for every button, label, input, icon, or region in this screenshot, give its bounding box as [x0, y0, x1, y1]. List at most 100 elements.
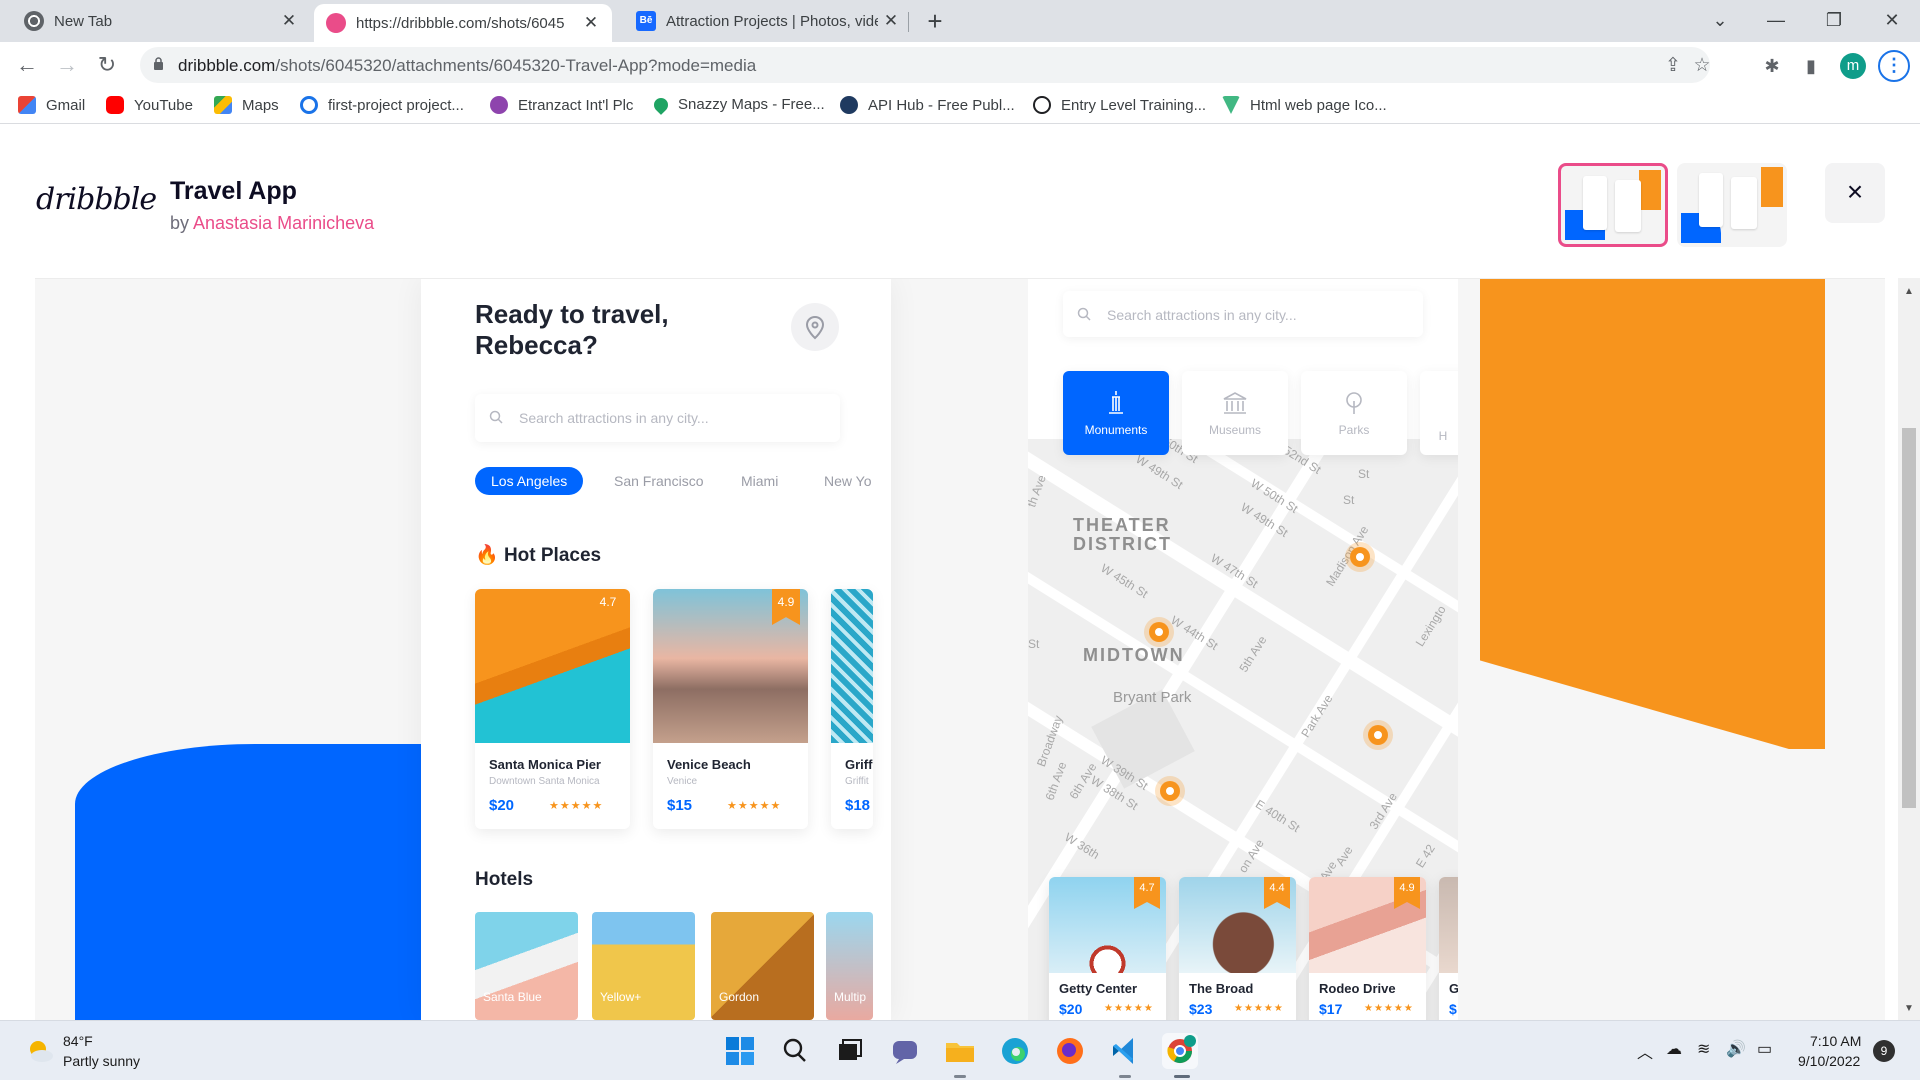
bookmark-youtube[interactable]: YouTube — [106, 96, 193, 114]
bookmark-star-icon[interactable]: ☆ — [1691, 55, 1713, 77]
reload-button[interactable]: ↻ — [92, 50, 122, 80]
profile-avatar[interactable]: m — [1840, 53, 1866, 79]
map-label-street: W 49th St — [1133, 452, 1186, 492]
bookmark-first-project[interactable]: first-project project... — [300, 96, 464, 114]
author-link[interactable]: Anastasia Marinicheva — [193, 213, 374, 233]
map-pin-icon — [651, 94, 671, 115]
onedrive-cloud-icon[interactable]: ☁ — [1666, 1039, 1682, 1059]
attachment-thumbnail-2[interactable] — [1677, 163, 1787, 247]
sync-icon — [300, 96, 318, 114]
weather-condition[interactable]: Partly sunny — [63, 1053, 140, 1069]
page-scrollbar[interactable]: ▲ ▼ — [1898, 278, 1920, 1020]
dribbble-logo[interactable]: dribbble — [36, 182, 157, 217]
edge-icon[interactable] — [997, 1033, 1033, 1069]
show-hidden-icons-icon[interactable]: ︿ — [1637, 1039, 1653, 1063]
tab-title: Attraction Projects | Photos, vide — [666, 12, 878, 30]
youtube-icon — [106, 96, 124, 114]
bookmark-etranzact[interactable]: Etranzact Int'l Plc — [490, 96, 633, 114]
attraction-name: Rodeo Drive — [1319, 981, 1396, 996]
weather-temperature[interactable]: 84°F — [63, 1033, 93, 1049]
side-panel-icon[interactable]: ▮ — [1799, 54, 1823, 78]
chrome-icon — [24, 11, 44, 31]
star-rating: ★★★★★ — [1234, 1003, 1284, 1014]
tab-dribbble[interactable]: https://dribbble.com/shots/6045 ✕ — [314, 4, 612, 42]
volume-icon[interactable]: 🔊 — [1726, 1039, 1746, 1059]
category-label: Monuments — [1084, 423, 1148, 437]
shot-title: Travel App — [170, 177, 297, 205]
extensions-icon[interactable]: ✱ — [1760, 54, 1784, 78]
bookmark-snazzy-maps[interactable]: Snazzy Maps - Free... — [651, 94, 825, 115]
tab-new-tab[interactable]: New Tab ✕ — [0, 0, 310, 42]
fire-icon: 🔥 — [475, 545, 499, 566]
close-button[interactable]: × — [1825, 163, 1885, 223]
scrollbar-thumb[interactable] — [1902, 428, 1916, 808]
map-label-street: St — [1358, 467, 1370, 481]
place-card: 4.7 Santa Monica Pier Downtown Santa Mon… — [475, 589, 630, 829]
hotel-card-partial: Multip — [826, 912, 873, 1020]
address-bar[interactable]: dribbble.com/shots/6045320/attachments/6… — [140, 47, 1713, 83]
place-name: Venice Beach — [667, 757, 751, 772]
map-pin-icon — [1363, 720, 1393, 750]
running-indicator — [954, 1075, 966, 1078]
chrome-menu-icon[interactable]: ⋮ — [1878, 50, 1910, 82]
greeting-line-1: Ready to travel, — [475, 299, 669, 329]
clock-time[interactable]: 7:10 AM — [1810, 1033, 1861, 1049]
vscode-icon[interactable] — [1107, 1033, 1143, 1069]
bookmark-api-hub[interactable]: API Hub - Free Publ... — [840, 96, 1015, 114]
close-tab-icon[interactable]: ✕ — [878, 11, 904, 31]
bookmark-gmail[interactable]: Gmail — [18, 96, 85, 114]
thumb-shape — [1761, 167, 1783, 207]
forward-button[interactable]: → — [52, 50, 82, 80]
notification-count-badge[interactable]: 9 — [1873, 1040, 1895, 1062]
gmail-icon — [18, 96, 36, 114]
globe-icon — [1033, 96, 1051, 114]
restore-button[interactable]: ❐ — [1806, 0, 1862, 42]
bookmark-label: Entry Level Training... — [1061, 96, 1207, 114]
attachment-thumbnail-1[interactable] — [1558, 163, 1668, 247]
scroll-up-arrow[interactable]: ▲ — [1903, 286, 1915, 297]
bookmark-maps[interactable]: Maps — [214, 96, 279, 114]
battery-icon[interactable]: ▭ — [1757, 1039, 1772, 1059]
firefox-icon[interactable] — [1052, 1033, 1088, 1069]
browser-toolbar: ← → ↻ dribbble.com/shots/6045320/attachm… — [0, 42, 1920, 88]
new-tab-button[interactable]: + — [920, 6, 950, 36]
windows-start-icon[interactable] — [722, 1033, 758, 1069]
bookmark-html-icons[interactable]: Html web page Ico... — [1222, 96, 1387, 114]
bookmark-label: Etranzact Int'l Plc — [518, 96, 634, 114]
city-tab-san-francisco: San Francisco — [614, 473, 704, 489]
category-label: Parks — [1338, 423, 1370, 437]
behance-icon: Bē — [636, 11, 656, 31]
minimize-button[interactable]: — — [1748, 0, 1804, 42]
running-indicator — [1119, 1075, 1131, 1078]
share-icon[interactable]: ⇪ — [1662, 55, 1684, 77]
back-button[interactable]: ← — [12, 50, 42, 80]
hotel-name: Multip — [834, 990, 867, 1004]
dribbble-icon — [326, 13, 346, 33]
task-view-icon[interactable] — [830, 1033, 866, 1069]
close-tab-icon[interactable]: ✕ — [578, 13, 604, 33]
clock-date[interactable]: 9/10/2022 — [1798, 1053, 1860, 1069]
wifi-icon[interactable]: ≋ — [1697, 1039, 1710, 1059]
location-pin-icon — [805, 315, 825, 340]
search-icon[interactable] — [777, 1033, 813, 1069]
bookmark-entry-level[interactable]: Entry Level Training... — [1033, 96, 1206, 114]
close-tab-icon[interactable]: ✕ — [276, 11, 302, 31]
tab-search-button[interactable]: ⌄ — [1692, 0, 1748, 42]
place-name: Griff — [845, 757, 873, 772]
hot-places-heading: 🔥 Hot Places — [475, 543, 601, 567]
partly-sunny-icon[interactable] — [25, 1036, 55, 1066]
file-explorer-icon[interactable] — [942, 1033, 978, 1069]
close-window-button[interactable]: ✕ — [1864, 0, 1920, 42]
map-label-street: W 45th St — [1098, 561, 1151, 601]
tree-icon — [1346, 392, 1362, 414]
place-price: $20 — [489, 797, 515, 814]
tab-behance[interactable]: Bē Attraction Projects | Photos, vide ✕ — [612, 0, 912, 42]
place-location: Griffit — [845, 776, 869, 787]
scroll-down-arrow[interactable]: ▼ — [1903, 1003, 1915, 1014]
teams-chat-icon[interactable] — [887, 1033, 923, 1069]
tab-strip: New Tab ✕ https://dribbble.com/shots/604… — [0, 0, 1920, 42]
chrome-taskbar-icon[interactable] — [1162, 1033, 1198, 1069]
bookmark-label: Gmail — [46, 96, 86, 114]
category-parks: Parks — [1301, 371, 1407, 455]
bookmark-label: first-project project... — [328, 96, 464, 114]
